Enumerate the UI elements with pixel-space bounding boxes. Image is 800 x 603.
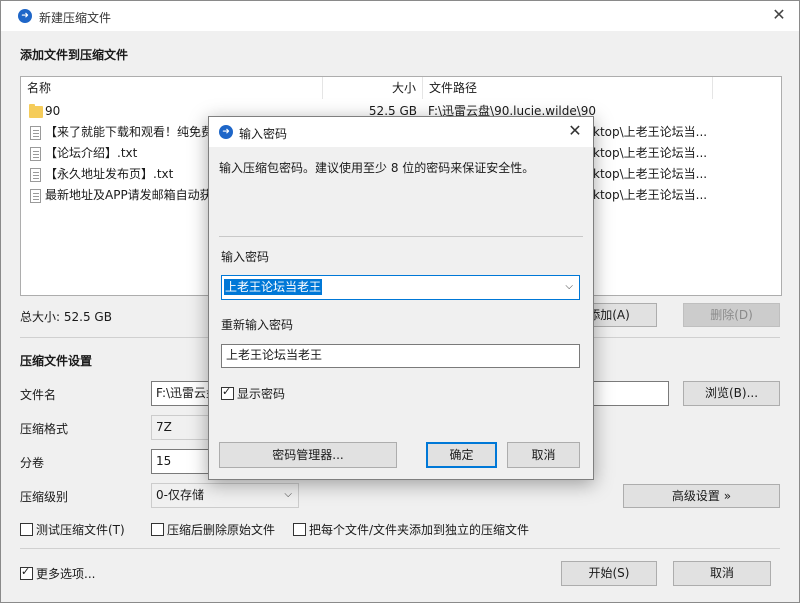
file-name: 【永久地址发布页】.txt	[45, 167, 174, 181]
file-icon	[30, 189, 41, 203]
password-manager-button[interactable]: 密码管理器...	[219, 442, 397, 468]
start-button[interactable]: 开始(S)	[561, 561, 657, 586]
level-select[interactable]: 0-仅存储 ⌵	[151, 483, 299, 508]
delete-button[interactable]: 删除(D)	[683, 303, 780, 327]
show-password-label[interactable]: 显示密码	[237, 385, 285, 402]
chevron-down-icon: ⌵	[284, 489, 292, 500]
column-header-size[interactable]: 大小	[323, 77, 423, 99]
file-icon	[30, 147, 41, 161]
divider	[20, 548, 780, 549]
file-name: 【论坛介绍】.txt	[45, 146, 138, 160]
app-logo-icon: ➜	[18, 9, 32, 23]
password-combobox[interactable]: 上老王论坛当老王 ⌵	[221, 275, 580, 300]
dialog-instruction: 输入压缩包密码。建议使用至少 8 位的密码来保证安全性。	[219, 161, 535, 175]
dialog-title: 输入密码	[239, 127, 288, 141]
file-name: 最新地址及APP请发邮箱自动获	[45, 188, 212, 202]
column-header-path[interactable]: 文件路径	[423, 77, 713, 99]
folder-icon	[29, 104, 43, 118]
more-options-checkbox[interactable]	[20, 565, 33, 580]
level-label: 压缩级别	[20, 490, 69, 504]
app-logo-icon: ➜	[219, 125, 233, 139]
show-password-checkbox[interactable]	[221, 385, 234, 400]
add-files-heading: 添加文件到压缩文件	[20, 48, 129, 62]
password-dialog: ➜ 输入密码 ✕ 输入压缩包密码。建议使用至少 8 位的密码来保证安全性。 输入…	[208, 116, 594, 480]
delete-after-label[interactable]: 压缩后删除原始文件	[167, 521, 275, 538]
level-value: 0-仅存储	[156, 488, 204, 502]
volume-label: 分卷	[20, 456, 45, 470]
filename-label: 文件名	[20, 388, 57, 402]
file-path: ktop\上老王论坛当...	[593, 188, 708, 202]
password-label: 输入密码	[221, 250, 270, 264]
browse-button[interactable]: 浏览(B)...	[683, 381, 780, 406]
reenter-password-input[interactable]: 上老王论坛当老王	[221, 344, 580, 368]
separate-archives-checkbox[interactable]	[293, 523, 306, 536]
window-title: 新建压缩文件	[39, 11, 112, 25]
title-bar: ➜ 新建压缩文件 ✕	[1, 1, 799, 31]
cancel-button[interactable]: 取消	[673, 561, 771, 586]
format-label: 压缩格式	[20, 422, 69, 436]
file-path: ktop\上老王论坛当...	[593, 146, 708, 160]
file-name: 【来了就能下载和观看！纯免费	[45, 125, 214, 139]
separate-archives-label[interactable]: 把每个文件/文件夹添加到独立的压缩文件	[309, 521, 529, 538]
close-icon[interactable]: ✕	[565, 121, 585, 141]
password-value: 上老王论坛当老王	[224, 279, 323, 295]
file-path: ktop\上老王论坛当...	[593, 125, 708, 139]
file-path: ktop\上老王论坛当...	[593, 167, 708, 181]
dialog-cancel-button[interactable]: 取消	[507, 442, 580, 468]
advanced-settings-button[interactable]: 高级设置 »	[623, 484, 780, 508]
dialog-title-bar: ➜ 输入密码 ✕	[209, 117, 593, 147]
test-archive-checkbox[interactable]	[20, 523, 33, 536]
chevron-down-icon[interactable]: ⌵	[565, 276, 573, 298]
file-icon	[30, 126, 41, 140]
test-archive-label[interactable]: 测试压缩文件(T)	[36, 521, 125, 538]
more-options-label[interactable]: 更多选项...	[36, 565, 95, 582]
divider	[219, 236, 583, 237]
settings-heading: 压缩文件设置	[20, 354, 93, 368]
reenter-label: 重新输入密码	[221, 318, 294, 332]
close-icon[interactable]: ✕	[769, 5, 789, 25]
ok-button[interactable]: 确定	[426, 442, 497, 468]
file-icon	[30, 168, 41, 182]
column-header-name[interactable]: 名称	[21, 77, 323, 99]
total-size: 总大小: 52.5 GB	[20, 310, 112, 324]
file-name: 90	[45, 104, 61, 118]
delete-after-checkbox[interactable]	[151, 523, 164, 536]
